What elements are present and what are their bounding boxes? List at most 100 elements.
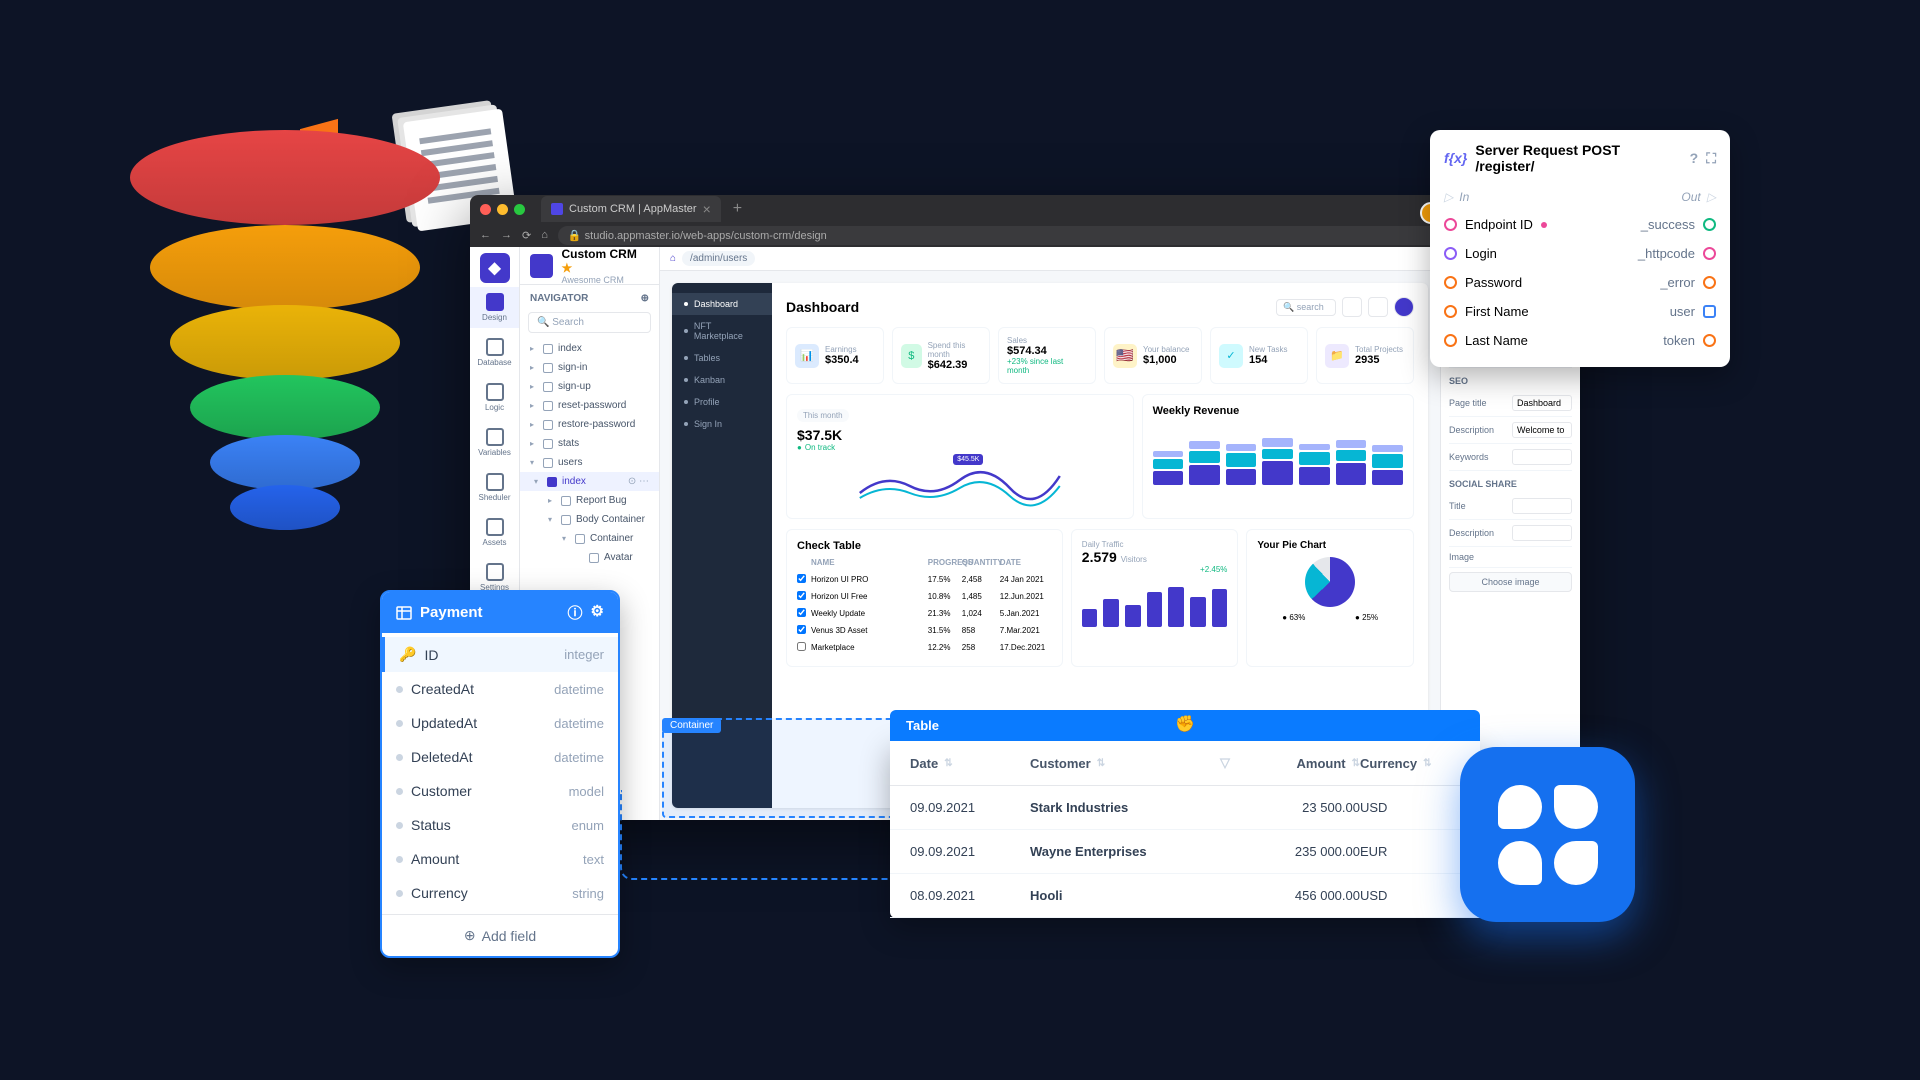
table-row[interactable]: Horizon UI PRO17.5%2,45824 Jan 2021 — [797, 571, 1052, 588]
dashboard-search-input[interactable]: 🔍 search — [1276, 299, 1336, 316]
browser-tab[interactable]: Custom CRM | AppMaster × — [541, 196, 721, 222]
payment-model-card[interactable]: Payment ⓘ ⚙ 🔑IDinteger CreatedAtdatetime… — [380, 590, 620, 958]
table-row[interactable]: 09.09.2021Stark Industries23 500.00USD — [890, 786, 1480, 830]
description-input[interactable] — [1512, 422, 1572, 438]
tree-item-users[interactable]: ▾users — [520, 453, 659, 472]
info-icon[interactable]: ⓘ — [568, 602, 583, 623]
output-port-icon[interactable] — [1703, 218, 1716, 231]
filter-icon[interactable]: ▽ — [1220, 755, 1230, 771]
server-request-card[interactable]: f{x} Server Request POST /register/ ?⛶ ▷… — [1430, 130, 1730, 367]
maximize-icon[interactable]: ⛶ — [1706, 150, 1716, 167]
sort-icon[interactable]: ⇅ — [1097, 758, 1105, 769]
sort-icon[interactable]: ⇅ — [944, 758, 952, 769]
rail-item-logic[interactable]: Logic — [470, 377, 519, 418]
play-icon[interactable]: ▷ — [1444, 190, 1453, 204]
output-port-icon[interactable] — [1703, 334, 1716, 347]
theme-button[interactable] — [1368, 297, 1388, 317]
table-row[interactable]: 09.09.2021Wayne Enterprises235 000.00EUR — [890, 830, 1480, 874]
table-row[interactable]: Marketplace12.2%25817.Dec.2021 — [797, 639, 1052, 656]
breadcrumb-path[interactable]: /admin/users — [682, 251, 755, 266]
input-port-icon[interactable] — [1444, 218, 1457, 231]
field-row-id[interactable]: 🔑IDinteger — [382, 637, 618, 672]
row-checkbox[interactable] — [797, 625, 806, 634]
window-close-icon[interactable] — [480, 204, 491, 215]
sidebar-item-profile[interactable]: Profile — [672, 391, 772, 413]
keywords-input[interactable] — [1512, 449, 1572, 465]
field-row-amount[interactable]: Amounttext — [382, 842, 618, 876]
tree-item-index[interactable]: ▸index — [520, 339, 659, 358]
field-row-currency[interactable]: Currencystring — [382, 876, 618, 910]
nav-home-icon[interactable]: ⌂ — [541, 229, 548, 241]
output-port-icon[interactable] — [1703, 276, 1716, 289]
row-checkbox[interactable] — [797, 591, 806, 600]
navigator-search-input[interactable]: 🔍 Search — [528, 312, 651, 333]
sidebar-item-tables[interactable]: Tables — [672, 347, 772, 369]
tree-item-sign-in[interactable]: ▸sign-in — [520, 358, 659, 377]
tree-item-users-index[interactable]: ▾index⊙ ⋯ — [520, 472, 659, 491]
model-header[interactable]: Payment ⓘ ⚙ — [382, 592, 618, 633]
row-checkbox[interactable] — [797, 574, 806, 583]
url-bar[interactable]: 🔒 studio.appmaster.io/web-apps/custom-cr… — [558, 226, 1570, 245]
new-tab-button[interactable]: + — [733, 200, 742, 218]
gear-icon[interactable]: ⚙ — [591, 602, 604, 623]
window-maximize-icon[interactable] — [514, 204, 525, 215]
app-logo-icon[interactable]: ◆ — [480, 253, 510, 283]
output-port-icon[interactable] — [1703, 247, 1716, 260]
add-field-button[interactable]: ⊕Add field — [382, 914, 618, 956]
input-port-icon[interactable] — [1444, 247, 1457, 260]
social-desc-input[interactable] — [1512, 525, 1572, 541]
nav-forward-icon[interactable]: → — [501, 229, 512, 241]
social-title-input[interactable] — [1512, 498, 1572, 514]
field-row-updatedat[interactable]: UpdatedAtdatetime — [382, 706, 618, 740]
rail-item-variables[interactable]: Variables — [470, 422, 519, 463]
sidebar-item-kanban[interactable]: Kanban — [672, 369, 772, 391]
sidebar-item-signin[interactable]: Sign In — [672, 413, 772, 435]
col-currency[interactable]: Currency⇅ — [1360, 755, 1460, 771]
table-component[interactable]: Table ✊ Date⇅ Customer⇅▽ Amount⇅ Currenc… — [890, 710, 1480, 918]
nav-back-icon[interactable]: ← — [480, 229, 491, 241]
input-port-icon[interactable] — [1444, 276, 1457, 289]
tree-item-avatar[interactable]: Avatar — [520, 548, 659, 567]
help-icon[interactable]: ? — [1690, 150, 1699, 167]
field-row-customer[interactable]: Customermodel — [382, 774, 618, 808]
row-checkbox[interactable] — [797, 608, 806, 617]
tab-close-icon[interactable]: × — [703, 201, 711, 217]
row-checkbox[interactable] — [797, 642, 806, 651]
table-row[interactable]: Weekly Update21.3%1,0245.Jan.2021 — [797, 605, 1052, 622]
table-row[interactable]: Venus 3D Asset31.5%8587.Mar.2021 — [797, 622, 1052, 639]
field-row-createdat[interactable]: CreatedAtdatetime — [382, 672, 618, 706]
play-icon[interactable]: ▷ — [1707, 190, 1716, 204]
input-port-icon[interactable] — [1444, 334, 1457, 347]
tree-item-stats[interactable]: ▸stats — [520, 434, 659, 453]
table-row[interactable]: 08.09.2021Hooli456 000.00USD — [890, 874, 1480, 918]
breadcrumb-home-icon[interactable]: ⌂ — [670, 253, 676, 264]
sidebar-item-dashboard[interactable]: Dashboard — [672, 293, 772, 315]
input-port-icon[interactable] — [1444, 305, 1457, 318]
rail-item-database[interactable]: Database — [470, 332, 519, 373]
col-date[interactable]: Date⇅ — [910, 755, 1030, 771]
col-amount[interactable]: Amount⇅ — [1230, 755, 1360, 771]
table-row[interactable]: Horizon UI Free10.8%1,48512.Jun.2021 — [797, 588, 1052, 605]
col-customer[interactable]: Customer⇅▽ — [1030, 755, 1230, 771]
field-row-deletedat[interactable]: DeletedAtdatetime — [382, 740, 618, 774]
tree-item-sign-up[interactable]: ▸sign-up — [520, 377, 659, 396]
window-minimize-icon[interactable] — [497, 204, 508, 215]
rail-item-scheduler[interactable]: Sheduler — [470, 467, 519, 508]
sort-icon[interactable]: ⇅ — [1352, 758, 1360, 769]
output-port-icon[interactable] — [1703, 305, 1716, 318]
item-actions-icon[interactable]: ⊙ ⋯ — [628, 476, 649, 487]
tree-item-restore-password[interactable]: ▸restore-password — [520, 415, 659, 434]
nav-reload-icon[interactable]: ⟳ — [522, 229, 531, 242]
sidebar-item-nft[interactable]: NFT Marketplace — [672, 315, 772, 347]
choose-image-button[interactable]: Choose image — [1449, 572, 1572, 592]
star-icon[interactable]: ★ — [561, 261, 572, 275]
rail-item-design[interactable]: Design — [470, 287, 519, 328]
tree-item-body-container[interactable]: ▾Body Container — [520, 510, 659, 529]
add-page-icon[interactable]: ⊕ — [641, 293, 649, 304]
notification-button[interactable] — [1342, 297, 1362, 317]
rail-item-assets[interactable]: Assets — [470, 512, 519, 553]
sort-icon[interactable]: ⇅ — [1423, 758, 1431, 769]
user-avatar[interactable] — [1394, 297, 1414, 317]
tree-item-container[interactable]: ▾Container — [520, 529, 659, 548]
table-component-header[interactable]: Table ✊ — [890, 710, 1480, 741]
